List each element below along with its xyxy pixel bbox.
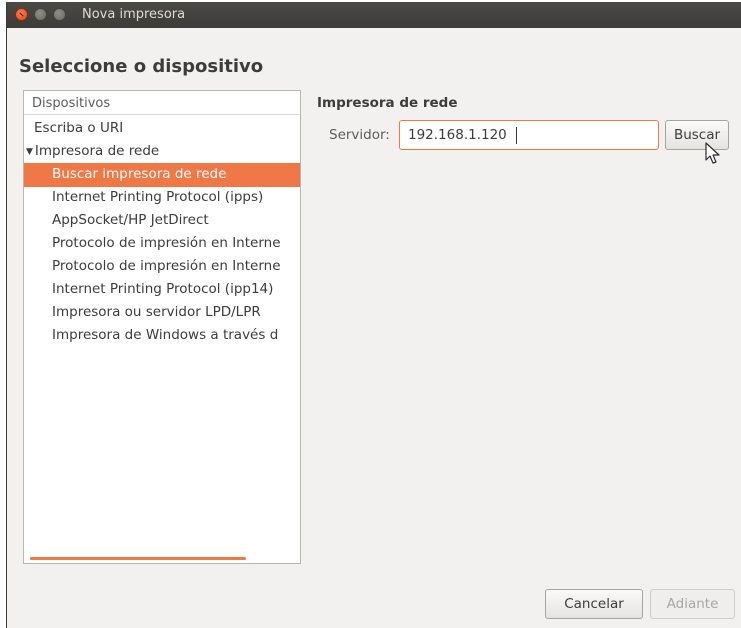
device-list-item[interactable]: Internet Printing Protocol (ipp14) [24,278,300,302]
expand-triangle-icon[interactable]: ▼ [26,147,33,157]
print-dialog-window: Nova impresora Seleccione o dispositivo … [6,2,741,628]
server-label: Servidor: [329,127,390,143]
device-list-item[interactable]: Impresora ou servidor LPD/LPR [24,301,300,325]
device-list-item-label: Internet Printing Protocol (ipp14) [52,281,274,297]
device-list-item[interactable]: Internet Printing Protocol (ipps) [24,186,300,210]
cancel-button[interactable]: Cancelar [545,589,643,619]
device-list-item[interactable]: Buscar impresora de rede [24,163,300,187]
title-bar[interactable]: Nova impresora [7,2,741,28]
device-list-item-label: Protocolo de impresión en Interne [52,258,281,274]
device-list-item-label: Protocolo de impresión en Interne [52,235,281,251]
device-list-item[interactable]: Protocolo de impresión en Interne [24,255,300,279]
device-list-item[interactable]: Protocolo de impresión en Interne [24,232,300,256]
minimize-window-button[interactable] [34,8,47,21]
device-list-header: Dispositivos [24,91,300,115]
mouse-pointer-icon [705,142,720,164]
server-input[interactable] [399,120,659,150]
device-list-item-label: Impresora de Windows a través d [52,327,279,343]
window-title: Nova impresora [82,7,186,22]
device-list-item-label: AppSocket/HP JetDirect [52,212,209,228]
page-title: Seleccione o dispositivo [19,56,264,77]
device-list-item-label: Internet Printing Protocol (ipps) [52,189,264,205]
close-window-button[interactable] [15,8,28,21]
device-list-item[interactable]: ▼ Impresora de rede [24,140,300,164]
device-list-item[interactable]: Impresora de Windows a través d [24,324,300,348]
device-list-item[interactable]: AppSocket/HP JetDirect [24,209,300,233]
device-list-item-label: Impresora de rede [34,143,160,159]
device-list[interactable]: Dispositivos Escriba o URI ▼ Impresora de … [23,90,301,564]
device-list-item-label: Impresora ou servidor LPD/LPR [52,304,261,320]
text-caret [516,127,517,144]
network-printer-title: Impresora de rede [317,95,458,111]
device-list-item[interactable]: Escriba o URI [24,117,300,141]
horizontal-scrollbar[interactable] [30,557,246,560]
device-list-item-label: Escriba o URI [34,120,124,136]
device-list-item-label: Buscar impresora de rede [52,166,227,182]
maximize-window-button[interactable] [53,8,66,21]
next-button[interactable]: Adiante [650,589,735,619]
